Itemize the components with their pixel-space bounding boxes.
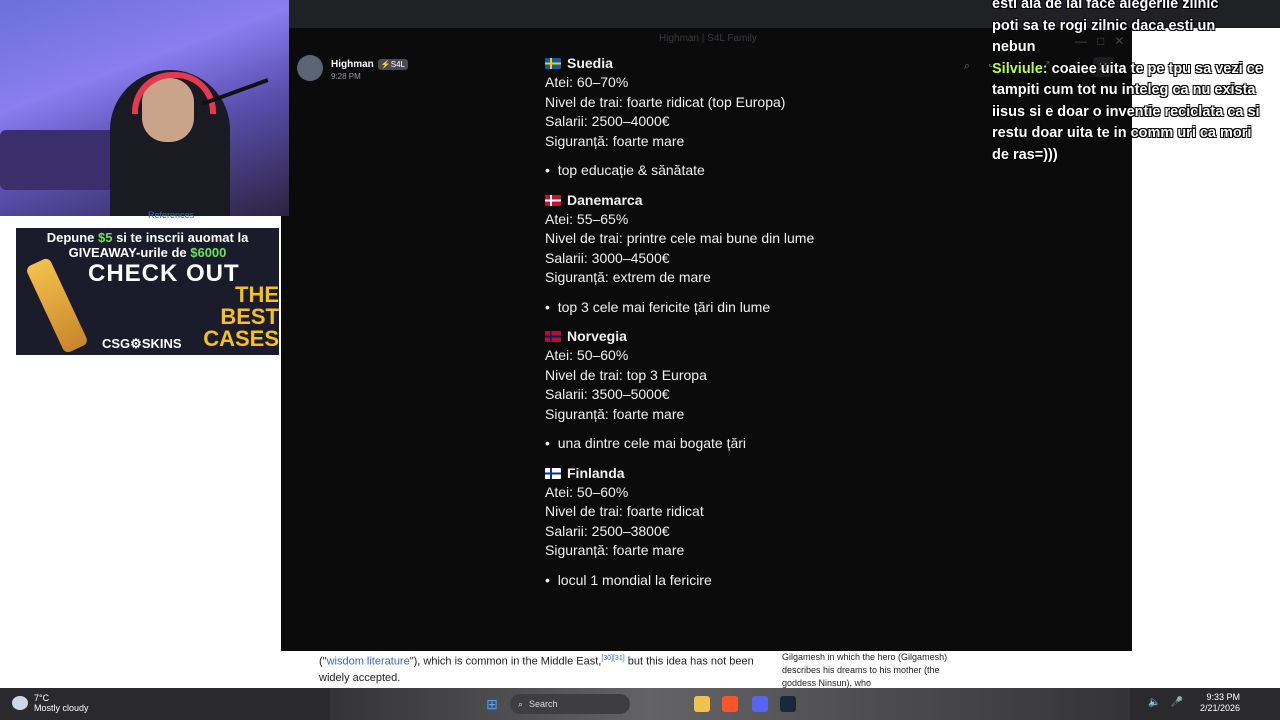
country-name: Danemarca bbox=[567, 191, 643, 208]
country-heading: Norvegia bbox=[545, 327, 965, 346]
clock-time: 9:33 PM bbox=[1206, 692, 1240, 702]
search-icon: ⌕ bbox=[518, 698, 524, 709]
streamer-webcam bbox=[0, 0, 289, 216]
wiki-paragraph: ("wisdom literature"), which is common i… bbox=[319, 655, 754, 684]
windows-start-icon[interactable]: ⊞ bbox=[484, 696, 500, 712]
server-tag-badge: ⚡S4L bbox=[377, 59, 408, 70]
norway-flag-icon bbox=[545, 331, 561, 342]
finland-flag-icon bbox=[545, 467, 561, 479]
wiki-side-caption: Gilgamesh in which the hero (Gilgamesh) … bbox=[782, 652, 948, 688]
atei-line: Atei: 50–60% bbox=[545, 483, 629, 500]
country-heading: Suedia bbox=[545, 54, 965, 73]
avatar[interactable] bbox=[297, 54, 323, 81]
sponsor-ad-banner[interactable]: Depune $5 si te inscrii auomat la GIVEAW… bbox=[16, 228, 279, 355]
clock-date: 2/21/2026 bbox=[1199, 703, 1240, 713]
username[interactable]: Highman bbox=[331, 59, 374, 70]
atei-line: Atei: 50–60% bbox=[545, 347, 629, 363]
microphone-icon[interactable]: 🎤 bbox=[1170, 697, 1182, 708]
post-time: 9:28 PM bbox=[331, 72, 361, 81]
taskbar: 7°C Mostly cloudy ⊞ ⌕ Search 🔈 🎤 9:33 PM… bbox=[0, 688, 1280, 720]
speaker-icon[interactable]: 🔈 bbox=[1148, 697, 1160, 708]
nivel-line: Nivel de trai: foarte ridicat bbox=[545, 503, 704, 519]
atei-line: Atei: 55–65% bbox=[545, 210, 629, 227]
country-block: Suedia Atei: 60–70% Nivel de trai: foart… bbox=[545, 54, 965, 191]
dimmed-channel-list bbox=[321, 83, 551, 533]
country-heading: Danemarca bbox=[545, 191, 965, 210]
salarii-line: Salarii: 3500–5000€ bbox=[545, 386, 670, 402]
post-header: Highman ⚡S4L 9:28 PM bbox=[297, 54, 408, 81]
ad-brand-logo: CSG⚙SKINS bbox=[102, 336, 182, 351]
country-name: Norvegia bbox=[567, 328, 627, 344]
chat-prev-line: poti sa te rogi zilnic daca esti un bbox=[992, 17, 1216, 34]
discord-icon[interactable] bbox=[752, 696, 768, 712]
clock[interactable]: 9:33 PM 2/21/2026 bbox=[1200, 692, 1240, 714]
atei-line: Atei: 60–70% bbox=[545, 74, 629, 90]
salarii-line: Salarii: 3000–4500€ bbox=[545, 249, 670, 266]
salarii-line: Salarii: 2500–3800€ bbox=[545, 522, 670, 539]
chat-message: Silviule: coaiee uita te pe tpu sa vezi … bbox=[992, 59, 1272, 167]
siguranta-line: Siguranță: foarte mare bbox=[545, 405, 685, 422]
chat-prev-line: esti ala de iai face alegerile zilnic bbox=[992, 0, 1219, 12]
message-image-content: Suedia Atei: 60–70% Nivel de trai: foart… bbox=[545, 54, 965, 590]
ad-promo-text: Depune $5 si te inscrii auomat la GIVEAW… bbox=[46, 230, 249, 260]
country-heading: Finlanda bbox=[545, 464, 965, 483]
search-label: Search bbox=[529, 699, 558, 709]
taskbar-search[interactable]: ⌕ Search bbox=[510, 694, 630, 714]
siguranta-line: Siguranță: foarte mare bbox=[545, 132, 685, 149]
note-text: locul 1 mondial la fericire bbox=[557, 571, 712, 588]
country-block: Norvegia Atei: 50–60% Nivel de trai: top… bbox=[545, 327, 965, 464]
wiki-link[interactable]: wisdom literature bbox=[327, 656, 410, 668]
stream-chat-overlay: esti ala de iai face alegerile zilnic po… bbox=[992, 0, 1272, 172]
weather-desc: Mostly cloudy bbox=[34, 703, 89, 713]
cloud-icon bbox=[12, 696, 28, 710]
note-bullet: • top 3 cele mai fericite țări din lume bbox=[545, 298, 771, 315]
knife-icon bbox=[25, 256, 89, 355]
denmark-flag-icon bbox=[545, 194, 561, 206]
nivel-line: Nivel de trai: foarte ridicat (top Europ… bbox=[545, 93, 786, 110]
note-text: top 3 cele mai fericite țări din lume bbox=[557, 298, 771, 315]
wikipedia-page-background: ("wisdom literature"), which is common i… bbox=[0, 651, 1280, 688]
webcam-caption: References bbox=[148, 210, 195, 220]
nivel-line: Nivel de trai: printre cele mai bune din… bbox=[545, 230, 815, 246]
nivel-line: Nivel de trai: top 3 Europa bbox=[545, 366, 707, 383]
ad-headline: THE BEST CASES bbox=[203, 282, 279, 351]
system-tray: 🔈 🎤 bbox=[1148, 697, 1183, 708]
country-name: Suedia bbox=[567, 55, 613, 71]
country-name: Finlanda bbox=[567, 464, 625, 481]
salarii-line: Salarii: 2500–4000€ bbox=[545, 113, 670, 129]
country-block: Finlanda Atei: 50–60% Nivel de trai: foa… bbox=[545, 464, 965, 591]
note-bullet: • una dintre cele mai bogate țări bbox=[545, 435, 747, 451]
window-title: Highman | S4L Family bbox=[659, 33, 757, 44]
note-bullet: • top educație & sănătate bbox=[545, 162, 705, 178]
siguranta-line: Siguranță: extrem de mare bbox=[545, 269, 711, 285]
sweden-flag-icon bbox=[545, 58, 561, 69]
wiki-citation[interactable]: [30][31] bbox=[601, 655, 624, 662]
file-explorer-icon[interactable] bbox=[694, 696, 710, 712]
siguranta-line: Siguranță: foarte mare bbox=[545, 542, 685, 558]
chat-author: Silviule: bbox=[992, 60, 1048, 77]
weather-temp: 7°C bbox=[34, 693, 50, 703]
brave-browser-icon[interactable] bbox=[722, 696, 738, 712]
weather-widget[interactable]: 7°C Mostly cloudy bbox=[12, 693, 89, 713]
steam-icon[interactable] bbox=[780, 696, 796, 712]
chat-prev-line: nebun bbox=[992, 39, 1036, 55]
country-block: Danemarca Atei: 55–65% Nivel de trai: pr… bbox=[545, 191, 965, 328]
note-bullet: • locul 1 mondial la fericire bbox=[545, 571, 712, 588]
note-text: una dintre cele mai bogate țări bbox=[557, 435, 747, 451]
note-text: top educație & sănătate bbox=[557, 162, 705, 178]
